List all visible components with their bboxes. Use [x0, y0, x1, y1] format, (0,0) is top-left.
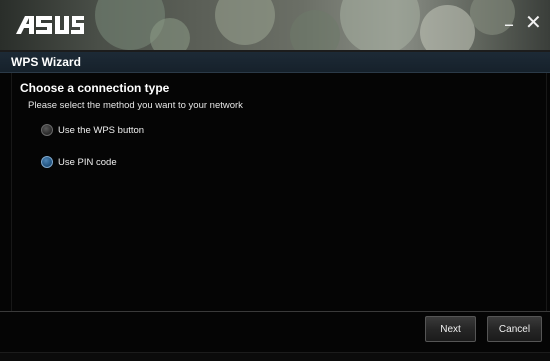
- bokeh-decoration: [150, 18, 190, 50]
- wizard-header: WPS Wizard: [0, 52, 550, 73]
- asus-logo: [16, 16, 84, 34]
- option-pin-code[interactable]: Use PIN code: [41, 156, 117, 168]
- wps-wizard-window: – ✕ WPS Wizard Choose a connection type …: [0, 0, 550, 361]
- section-description: Please select the method you want to you…: [28, 100, 243, 111]
- bokeh-decoration: [215, 0, 275, 45]
- cancel-button[interactable]: Cancel: [487, 316, 542, 342]
- bokeh-decoration: [340, 0, 420, 50]
- radio-button-unselected[interactable]: [41, 124, 53, 136]
- title-bar[interactable]: – ✕: [0, 0, 550, 50]
- bokeh-decoration: [420, 5, 475, 50]
- bokeh-decoration: [290, 10, 340, 50]
- window-bottom-edge: [0, 352, 550, 361]
- close-button[interactable]: ✕: [525, 12, 542, 32]
- radio-button-selected[interactable]: [41, 156, 53, 168]
- section-heading: Choose a connection type: [20, 81, 170, 95]
- option-label: Use the WPS button: [58, 124, 145, 136]
- option-label: Use PIN code: [58, 156, 117, 168]
- next-button[interactable]: Next: [425, 316, 476, 342]
- minimize-button[interactable]: –: [504, 14, 514, 34]
- option-wps-button[interactable]: Use the WPS button: [41, 124, 144, 136]
- wizard-title: WPS Wizard: [11, 55, 81, 69]
